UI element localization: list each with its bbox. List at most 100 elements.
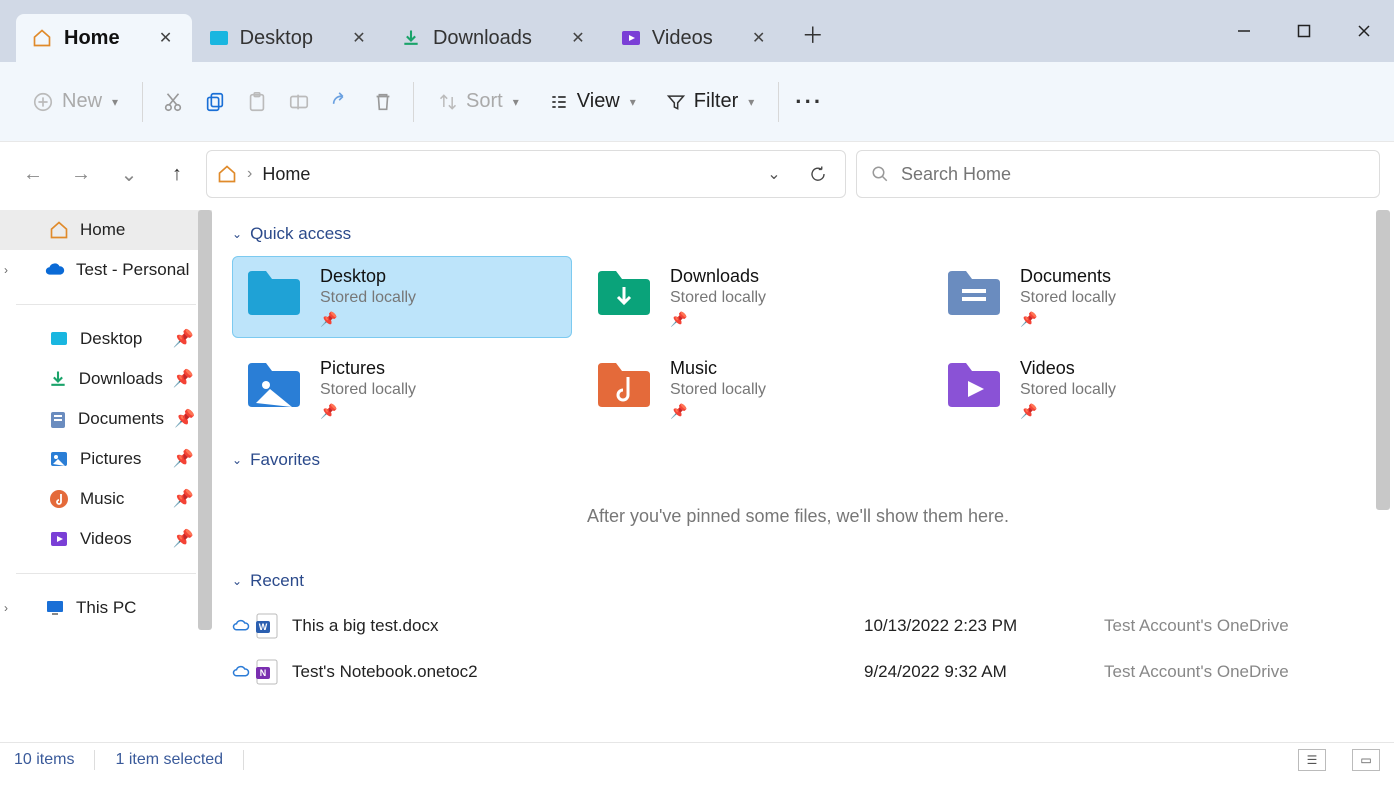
new-button[interactable]: New ▾ [18, 76, 132, 128]
delete-button[interactable] [363, 82, 403, 122]
status-separator [243, 750, 244, 770]
breadcrumb[interactable]: Home [262, 164, 310, 185]
sidebar-item-pictures[interactable]: Pictures 📌 [0, 439, 212, 479]
details-view-button[interactable]: ☰ [1298, 749, 1326, 771]
filter-button[interactable]: Filter ▾ [652, 76, 768, 128]
quick-access-music[interactable]: Music Stored locally 📌 [582, 348, 922, 430]
folder-icon [942, 266, 1006, 322]
qa-sub: Stored locally [670, 289, 766, 307]
sidebar-item-videos[interactable]: Videos 📌 [0, 519, 212, 559]
section-quick-access[interactable]: ⌄ Quick access [232, 224, 1364, 244]
chevron-down-icon: ⌄ [232, 574, 242, 588]
chevron-down-icon: ▾ [513, 95, 519, 109]
pictures-icon [48, 448, 70, 470]
quick-access-videos[interactable]: Videos Stored locally 📌 [932, 348, 1272, 430]
folder-icon [242, 358, 306, 414]
section-favorites[interactable]: ⌄ Favorites [232, 450, 1364, 470]
cut-button[interactable] [153, 82, 193, 122]
more-button[interactable]: ··· [789, 82, 829, 122]
sidebar-item-label: Downloads [79, 369, 163, 389]
cloud-icon [232, 617, 250, 635]
videos-icon [48, 528, 70, 550]
main-scrollbar[interactable] [1376, 210, 1390, 510]
thumbnails-view-button[interactable]: ▭ [1352, 749, 1380, 771]
share-button[interactable] [321, 82, 361, 122]
tab-home[interactable]: Home ✕ [16, 14, 192, 62]
tab-close[interactable]: ✕ [745, 24, 773, 52]
sidebar-item-desktop[interactable]: Desktop 📌 [0, 319, 212, 359]
section-recent[interactable]: ⌄ Recent [232, 571, 1364, 591]
sort-button[interactable]: Sort ▾ [424, 76, 533, 128]
minimize-button[interactable] [1214, 8, 1274, 54]
main-content: ⌄ Quick access Desktop Stored locally 📌 … [212, 206, 1394, 742]
close-window-button[interactable] [1334, 8, 1394, 54]
tab-close[interactable]: ✕ [564, 24, 592, 52]
search-bar[interactable] [856, 150, 1380, 198]
folder-icon [592, 266, 656, 322]
tab-videos[interactable]: Videos ✕ [604, 14, 785, 62]
recent-location: Test Account's OneDrive [1104, 662, 1364, 682]
recent-location: Test Account's OneDrive [1104, 616, 1364, 636]
pin-icon: 📌 [174, 409, 195, 429]
view-button[interactable]: View ▾ [535, 76, 650, 128]
sidebar-item-documents[interactable]: Documents 📌 [0, 399, 212, 439]
desktop-icon [48, 328, 70, 350]
tab-label: Videos [652, 27, 713, 50]
address-dropdown-button[interactable]: ⌄ [757, 157, 791, 191]
back-button[interactable]: ← [14, 155, 52, 193]
up-button[interactable]: ↑ [158, 155, 196, 193]
section-label: Quick access [250, 224, 351, 244]
tab-label: Downloads [433, 27, 532, 50]
expand-icon[interactable]: › [4, 263, 8, 277]
sidebar-item-label: Pictures [80, 449, 141, 469]
plus-circle-icon [32, 91, 54, 113]
new-tab-button[interactable]: ＋ [793, 14, 833, 54]
documents-icon [48, 408, 68, 430]
sidebar-scrollbar[interactable] [198, 210, 212, 630]
sidebar-item-thispc[interactable]: › This PC [0, 588, 212, 628]
toolbar: New ▾ Sort ▾ View ▾ Filter ▾ ··· [0, 62, 1394, 142]
pin-icon: 📌 [670, 403, 766, 420]
tab-desktop[interactable]: Desktop ✕ [192, 14, 385, 62]
monitor-icon [44, 597, 66, 619]
sidebar-item-music[interactable]: Music 📌 [0, 479, 212, 519]
tab-close[interactable]: ✕ [152, 24, 180, 52]
qa-name: Desktop [320, 266, 416, 287]
tab-downloads[interactable]: Downloads ✕ [385, 14, 604, 62]
maximize-button[interactable] [1274, 8, 1334, 54]
sidebar-item-downloads[interactable]: Downloads 📌 [0, 359, 212, 399]
paste-button[interactable] [237, 82, 277, 122]
rename-button[interactable] [279, 82, 319, 122]
download-icon [48, 368, 69, 390]
quick-access-desktop[interactable]: Desktop Stored locally 📌 [232, 256, 572, 338]
copy-button[interactable] [195, 82, 235, 122]
folder-icon [592, 358, 656, 414]
tab-close[interactable]: ✕ [345, 24, 373, 52]
sidebar-item-home[interactable]: Home [0, 210, 212, 250]
expand-icon[interactable]: › [4, 601, 8, 615]
recent-locations-button[interactable]: ⌄ [110, 155, 148, 193]
svg-text:W: W [259, 622, 268, 632]
chevron-down-icon: ▾ [630, 95, 636, 109]
quick-access-documents[interactable]: Documents Stored locally 📌 [932, 256, 1272, 338]
recent-name: Test's Notebook.onetoc2 [292, 662, 864, 682]
word-file-icon: W [256, 613, 278, 639]
pin-icon: 📌 [173, 489, 194, 509]
sidebar-item-label: Documents [78, 409, 164, 429]
recent-item[interactable]: N Test's Notebook.onetoc2 9/24/2022 9:32… [232, 649, 1364, 695]
cloud-icon [44, 259, 66, 281]
pin-icon: 📌 [320, 403, 416, 420]
refresh-button[interactable] [801, 157, 835, 191]
tab-label: Home [64, 27, 120, 50]
sort-label: Sort [466, 90, 503, 113]
recent-item[interactable]: W This a big test.docx 10/13/2022 2:23 P… [232, 603, 1364, 649]
home-icon [32, 28, 52, 48]
address-bar[interactable]: › Home ⌄ [206, 150, 846, 198]
forward-button[interactable]: → [62, 155, 100, 193]
status-bar: 10 items 1 item selected ☰ ▭ [0, 742, 1394, 776]
cloud-icon [232, 663, 250, 681]
quick-access-downloads[interactable]: Downloads Stored locally 📌 [582, 256, 922, 338]
search-input[interactable] [901, 164, 1365, 185]
quick-access-pictures[interactable]: Pictures Stored locally 📌 [232, 348, 572, 430]
sidebar-item-onedrive[interactable]: › Test - Personal [0, 250, 212, 290]
